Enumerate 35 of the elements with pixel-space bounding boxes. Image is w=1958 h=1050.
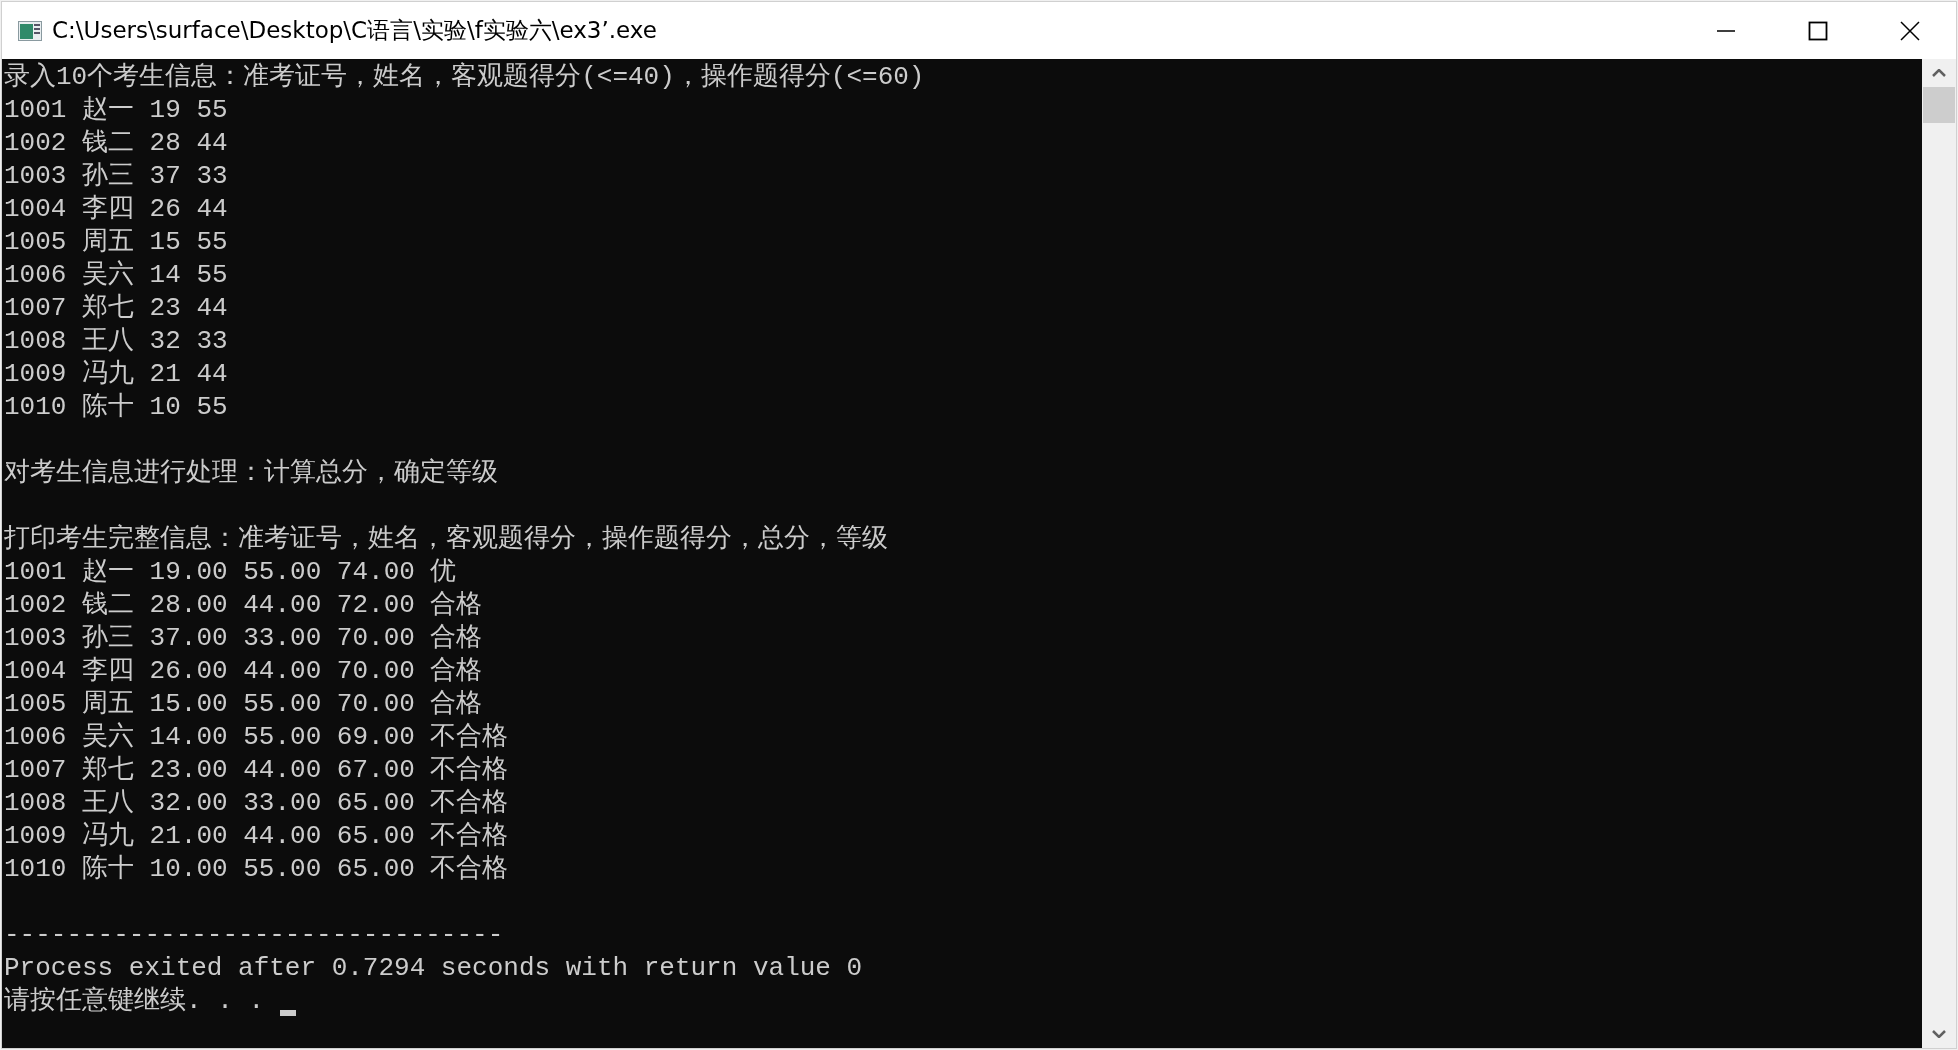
console-line: 1010 陈十 10 55 xyxy=(4,391,228,424)
console-line: 1007 郑七 23 44 xyxy=(4,292,228,325)
console-line: 1001 赵一 19 55 xyxy=(4,94,228,127)
console-line: 打印考生完整信息：准考证号，姓名，客观题得分，操作题得分，总分，等级 xyxy=(4,523,888,556)
close-icon xyxy=(1900,20,1920,41)
console-line: 1003 孙三 37 33 xyxy=(4,160,228,193)
console-line: 1004 李四 26.00 44.00 70.00 合格 xyxy=(4,655,483,688)
console-line: 1008 王八 32.00 33.00 65.00 不合格 xyxy=(4,787,509,820)
scrollbar[interactable] xyxy=(1922,59,1956,1048)
console-line: 1006 吴六 14.00 55.00 69.00 不合格 xyxy=(4,721,509,754)
console-line: 1003 孙三 37.00 33.00 70.00 合格 xyxy=(4,622,483,655)
console-line: 1002 钱二 28 44 xyxy=(4,127,228,160)
console-line: 1002 钱二 28.00 44.00 72.00 合格 xyxy=(4,589,483,622)
console-line: 1007 郑七 23.00 44.00 67.00 不合格 xyxy=(4,754,509,787)
scroll-down-icon[interactable] xyxy=(1932,1030,1946,1038)
console-line: 1005 周五 15 55 xyxy=(4,226,228,259)
console-line: 1004 李四 26 44 xyxy=(4,193,228,226)
window-title: C:\Users\surface\Desktop\C语言\实验\f实验六\ex3’.exe xyxy=(52,16,657,45)
console-line: Process exited after 0.7294 seconds with return value 0 xyxy=(4,952,863,985)
console-line: 1001 赵一 19.00 55.00 74.00 优 xyxy=(4,556,457,589)
console-line: 1006 吴六 14 55 xyxy=(4,259,228,292)
console-line: 1005 周五 15.00 55.00 70.00 合格 xyxy=(4,688,483,721)
scrollbar-thumb[interactable] xyxy=(1923,87,1955,123)
console-line: 1009 冯九 21 44 xyxy=(4,358,228,391)
minimize-icon xyxy=(1716,29,1736,32)
console-app-icon xyxy=(18,20,42,41)
scroll-up-icon[interactable] xyxy=(1932,69,1946,77)
console-line: 1010 陈十 10.00 55.00 65.00 不合格 xyxy=(4,853,509,886)
console-prompt: 请按任意键继续. . . xyxy=(4,985,265,1018)
console-line: -------------------------------- xyxy=(4,919,504,952)
console-line: 录入10个考生信息：准考证号，姓名，客观题得分(<=40)，操作题得分(<=60) xyxy=(4,61,925,94)
maximize-icon xyxy=(1808,20,1828,41)
console-line: 1008 王八 32 33 xyxy=(4,325,228,358)
console-line: 对考生信息进行处理：计算总分，确定等级 xyxy=(4,457,498,490)
console-line: 1009 冯九 21.00 44.00 65.00 不合格 xyxy=(4,820,509,853)
